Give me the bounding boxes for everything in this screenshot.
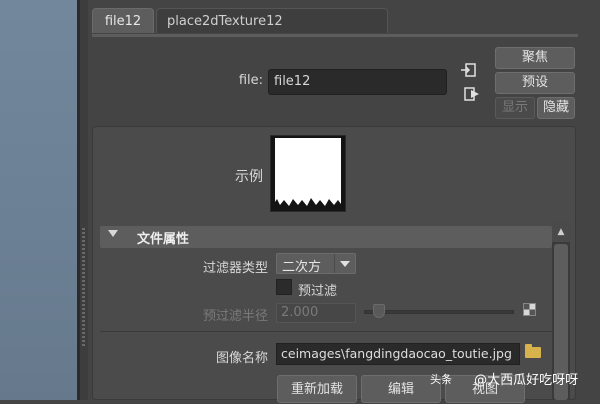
filter-type-value: 二次方 (282, 260, 322, 275)
scroll-up-icon[interactable]: ▲ (552, 222, 570, 242)
prefilter-label: 预过滤 (298, 284, 338, 299)
prefilter-checkbox[interactable] (276, 279, 292, 295)
sample-swatch (270, 135, 346, 212)
image-name-label: 图像名称 (215, 351, 268, 366)
file-attributes-title: 文件属性 (137, 232, 190, 247)
watermark: 头条 @大西瓜好吃呀呀 (430, 369, 578, 391)
prefilter-radius-slider[interactable] (364, 310, 514, 314)
tab-file12[interactable]: file12 (92, 8, 154, 33)
presets-button[interactable]: 预设 (495, 72, 575, 94)
edit-button[interactable]: 编辑 (361, 375, 441, 403)
chevron-down-icon (334, 254, 355, 273)
prefilter-radius-field[interactable]: 2.000 (276, 303, 356, 323)
file-name-field[interactable]: file12 (268, 69, 447, 95)
show-button[interactable]: 显示 (495, 97, 535, 119)
tab-bar: file12 place2dTexture12 (92, 8, 572, 34)
slider-handle[interactable] (373, 304, 385, 318)
folder-icon[interactable] (525, 344, 541, 358)
filter-type-label: 过滤器类型 (202, 261, 268, 276)
tab-underline (92, 34, 578, 37)
focus-button[interactable]: 聚焦 (495, 47, 575, 69)
resize-grip[interactable] (82, 228, 85, 348)
file-label: file: (238, 73, 263, 88)
sample-label: 示例 (235, 169, 263, 185)
watermark-text: @大西瓜好吃呀呀 (474, 373, 579, 388)
viewport-area[interactable] (0, 0, 77, 400)
checker-map-icon[interactable] (523, 303, 536, 316)
section-divider (100, 331, 552, 332)
watermark-logo: 头条 (430, 372, 452, 386)
output-connection-icon[interactable] (463, 86, 481, 102)
collapse-triangle-icon[interactable] (108, 230, 118, 237)
prefilter-radius-label: 预过滤半径 (202, 309, 268, 324)
hide-button[interactable]: 隐藏 (537, 97, 575, 119)
reload-button[interactable]: 重新加载 (277, 375, 357, 403)
filter-type-dropdown[interactable]: 二次方 (276, 253, 356, 275)
input-connection-icon[interactable] (460, 62, 478, 78)
tab-place2dtexture12[interactable]: place2dTexture12 (156, 8, 388, 33)
image-name-field[interactable]: ceimages\fangdingdaocao_toutie.jpg (276, 343, 520, 365)
